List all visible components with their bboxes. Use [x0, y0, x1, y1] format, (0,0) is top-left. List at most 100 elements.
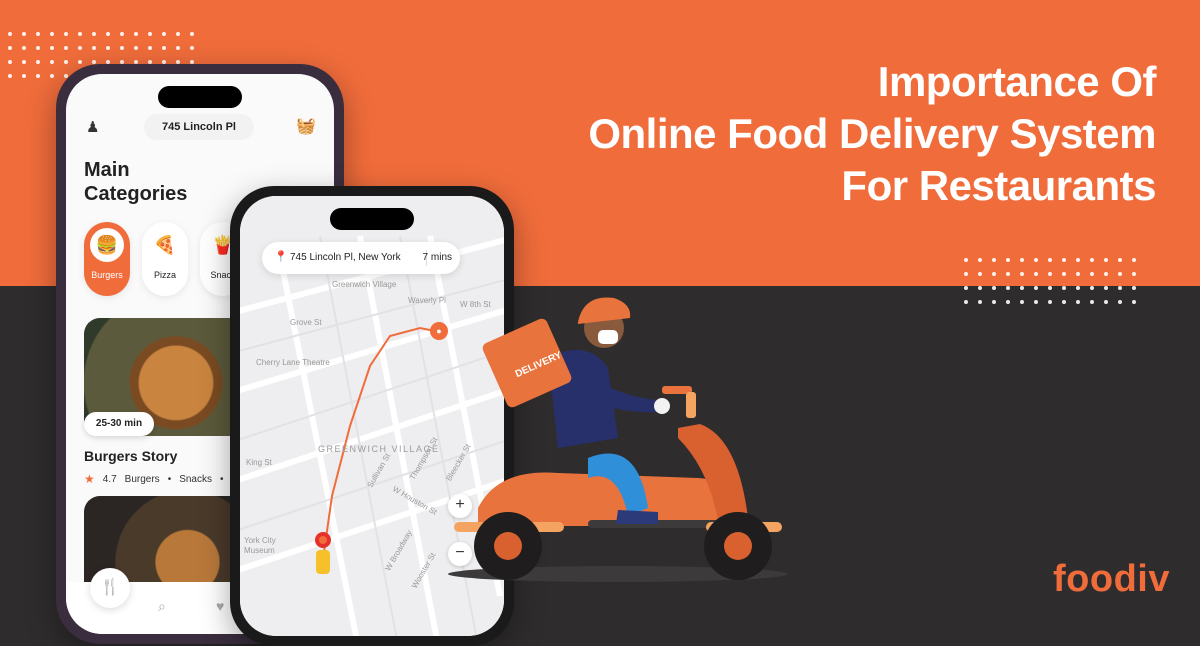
- brake-lever: [686, 392, 696, 418]
- brand-logo: foodiv: [1053, 558, 1170, 600]
- title-line-2: Categories: [84, 183, 188, 205]
- courier-scooter-icon: [315, 532, 331, 574]
- dot: [1132, 286, 1136, 290]
- dot: [22, 32, 26, 36]
- phone-notch: [158, 86, 242, 108]
- dot: [1076, 286, 1080, 290]
- headline-line-3: For Restaurants: [841, 162, 1156, 209]
- dot: [92, 32, 96, 36]
- category-burgers[interactable]: 🍔 Burgers: [84, 222, 130, 296]
- dot: [64, 32, 68, 36]
- dot: [1048, 272, 1052, 276]
- headline-line-1: Importance Of: [877, 58, 1157, 105]
- dot: [1020, 272, 1024, 276]
- address-bar[interactable]: 📍 745 Lincoln Pl, New York 7 mins: [262, 242, 460, 274]
- dot: [1034, 286, 1038, 290]
- dot: [78, 60, 82, 64]
- headline-line-2: Online Food Delivery System: [588, 110, 1156, 157]
- dot: [1034, 300, 1038, 304]
- dot: [978, 258, 982, 262]
- dot: [978, 286, 982, 290]
- category-pizza[interactable]: 🍕 Pizza: [142, 222, 188, 296]
- dot: [992, 272, 996, 276]
- map-label: York City Museum: [244, 536, 276, 555]
- dot: [1034, 258, 1038, 262]
- basket-icon[interactable]: 🧺: [296, 116, 316, 136]
- app-top-bar: ♟ 745 Lincoln Pl 🧺: [66, 110, 334, 150]
- dot: [8, 32, 12, 36]
- dot: [106, 32, 110, 36]
- dot: [148, 46, 152, 50]
- dot: [1090, 286, 1094, 290]
- dot: [1048, 258, 1052, 262]
- dot: [36, 60, 40, 64]
- rating: 4.7: [102, 473, 117, 485]
- dot: [1104, 272, 1108, 276]
- heart-icon[interactable]: ♥: [216, 598, 224, 614]
- dot: [1076, 258, 1080, 262]
- dot: [190, 32, 194, 36]
- dot: [134, 32, 138, 36]
- dot: [1062, 286, 1066, 290]
- dot: [50, 60, 54, 64]
- rider-shoe: [616, 510, 658, 524]
- dot: [1006, 258, 1010, 262]
- dot: [1076, 272, 1080, 276]
- rider-glove: [654, 398, 670, 414]
- dot: [78, 32, 82, 36]
- dot: [964, 300, 968, 304]
- dot: [1006, 300, 1010, 304]
- dot: [22, 46, 26, 50]
- map-label: King St: [246, 458, 272, 467]
- dot: [1104, 286, 1108, 290]
- dot: [1118, 272, 1122, 276]
- eta-text: 7 mins: [422, 252, 452, 263]
- dot: [1006, 286, 1010, 290]
- dot: [50, 32, 54, 36]
- dot: [50, 46, 54, 50]
- dot: [1090, 272, 1094, 276]
- page-title: Main Categories: [84, 158, 187, 206]
- dot: [8, 74, 12, 78]
- dot: [1020, 300, 1024, 304]
- category-label: Burgers: [91, 270, 123, 280]
- dot: [964, 258, 968, 262]
- dot: [106, 46, 110, 50]
- dot: [1118, 300, 1122, 304]
- dot: [1006, 272, 1010, 276]
- category-label: Pizza: [153, 270, 176, 280]
- dot: [36, 74, 40, 78]
- dot: [134, 46, 138, 50]
- tag-separator: •: [167, 473, 172, 485]
- dot: [120, 46, 124, 50]
- tag: Snacks: [179, 473, 212, 485]
- dot: [8, 60, 12, 64]
- dot: [120, 32, 124, 36]
- dot: [992, 258, 996, 262]
- tag: Burgers: [124, 473, 160, 485]
- dot: [1104, 258, 1108, 262]
- map-label: Grove St: [290, 318, 322, 327]
- restaurant-meta: ★ 4.7 Burgers • Snacks • $: [84, 472, 237, 486]
- dot-pattern-right: [964, 258, 1136, 304]
- rear-wheel-hub: [494, 532, 522, 560]
- phone-notch: [330, 208, 414, 230]
- user-icon[interactable]: ♟: [86, 118, 99, 136]
- dot: [1090, 300, 1094, 304]
- front-wheel-hub: [724, 532, 752, 560]
- dot: [1020, 286, 1024, 290]
- dot: [1118, 258, 1122, 262]
- dot: [1020, 258, 1024, 262]
- dot: [1048, 300, 1052, 304]
- dot: [176, 46, 180, 50]
- dot: [64, 46, 68, 50]
- dot: [1048, 286, 1052, 290]
- delivery-rider-illustration: DELIVERY: [448, 297, 788, 582]
- dot: [1132, 300, 1136, 304]
- tag-separator: •: [220, 473, 224, 485]
- dot: [1104, 300, 1108, 304]
- location-pill[interactable]: 745 Lincoln Pl: [144, 114, 254, 140]
- restaurant-name[interactable]: Burgers Story: [84, 448, 177, 464]
- fork-knife-icon[interactable]: 🍴: [90, 568, 130, 608]
- search-icon[interactable]: ⌕: [158, 598, 166, 615]
